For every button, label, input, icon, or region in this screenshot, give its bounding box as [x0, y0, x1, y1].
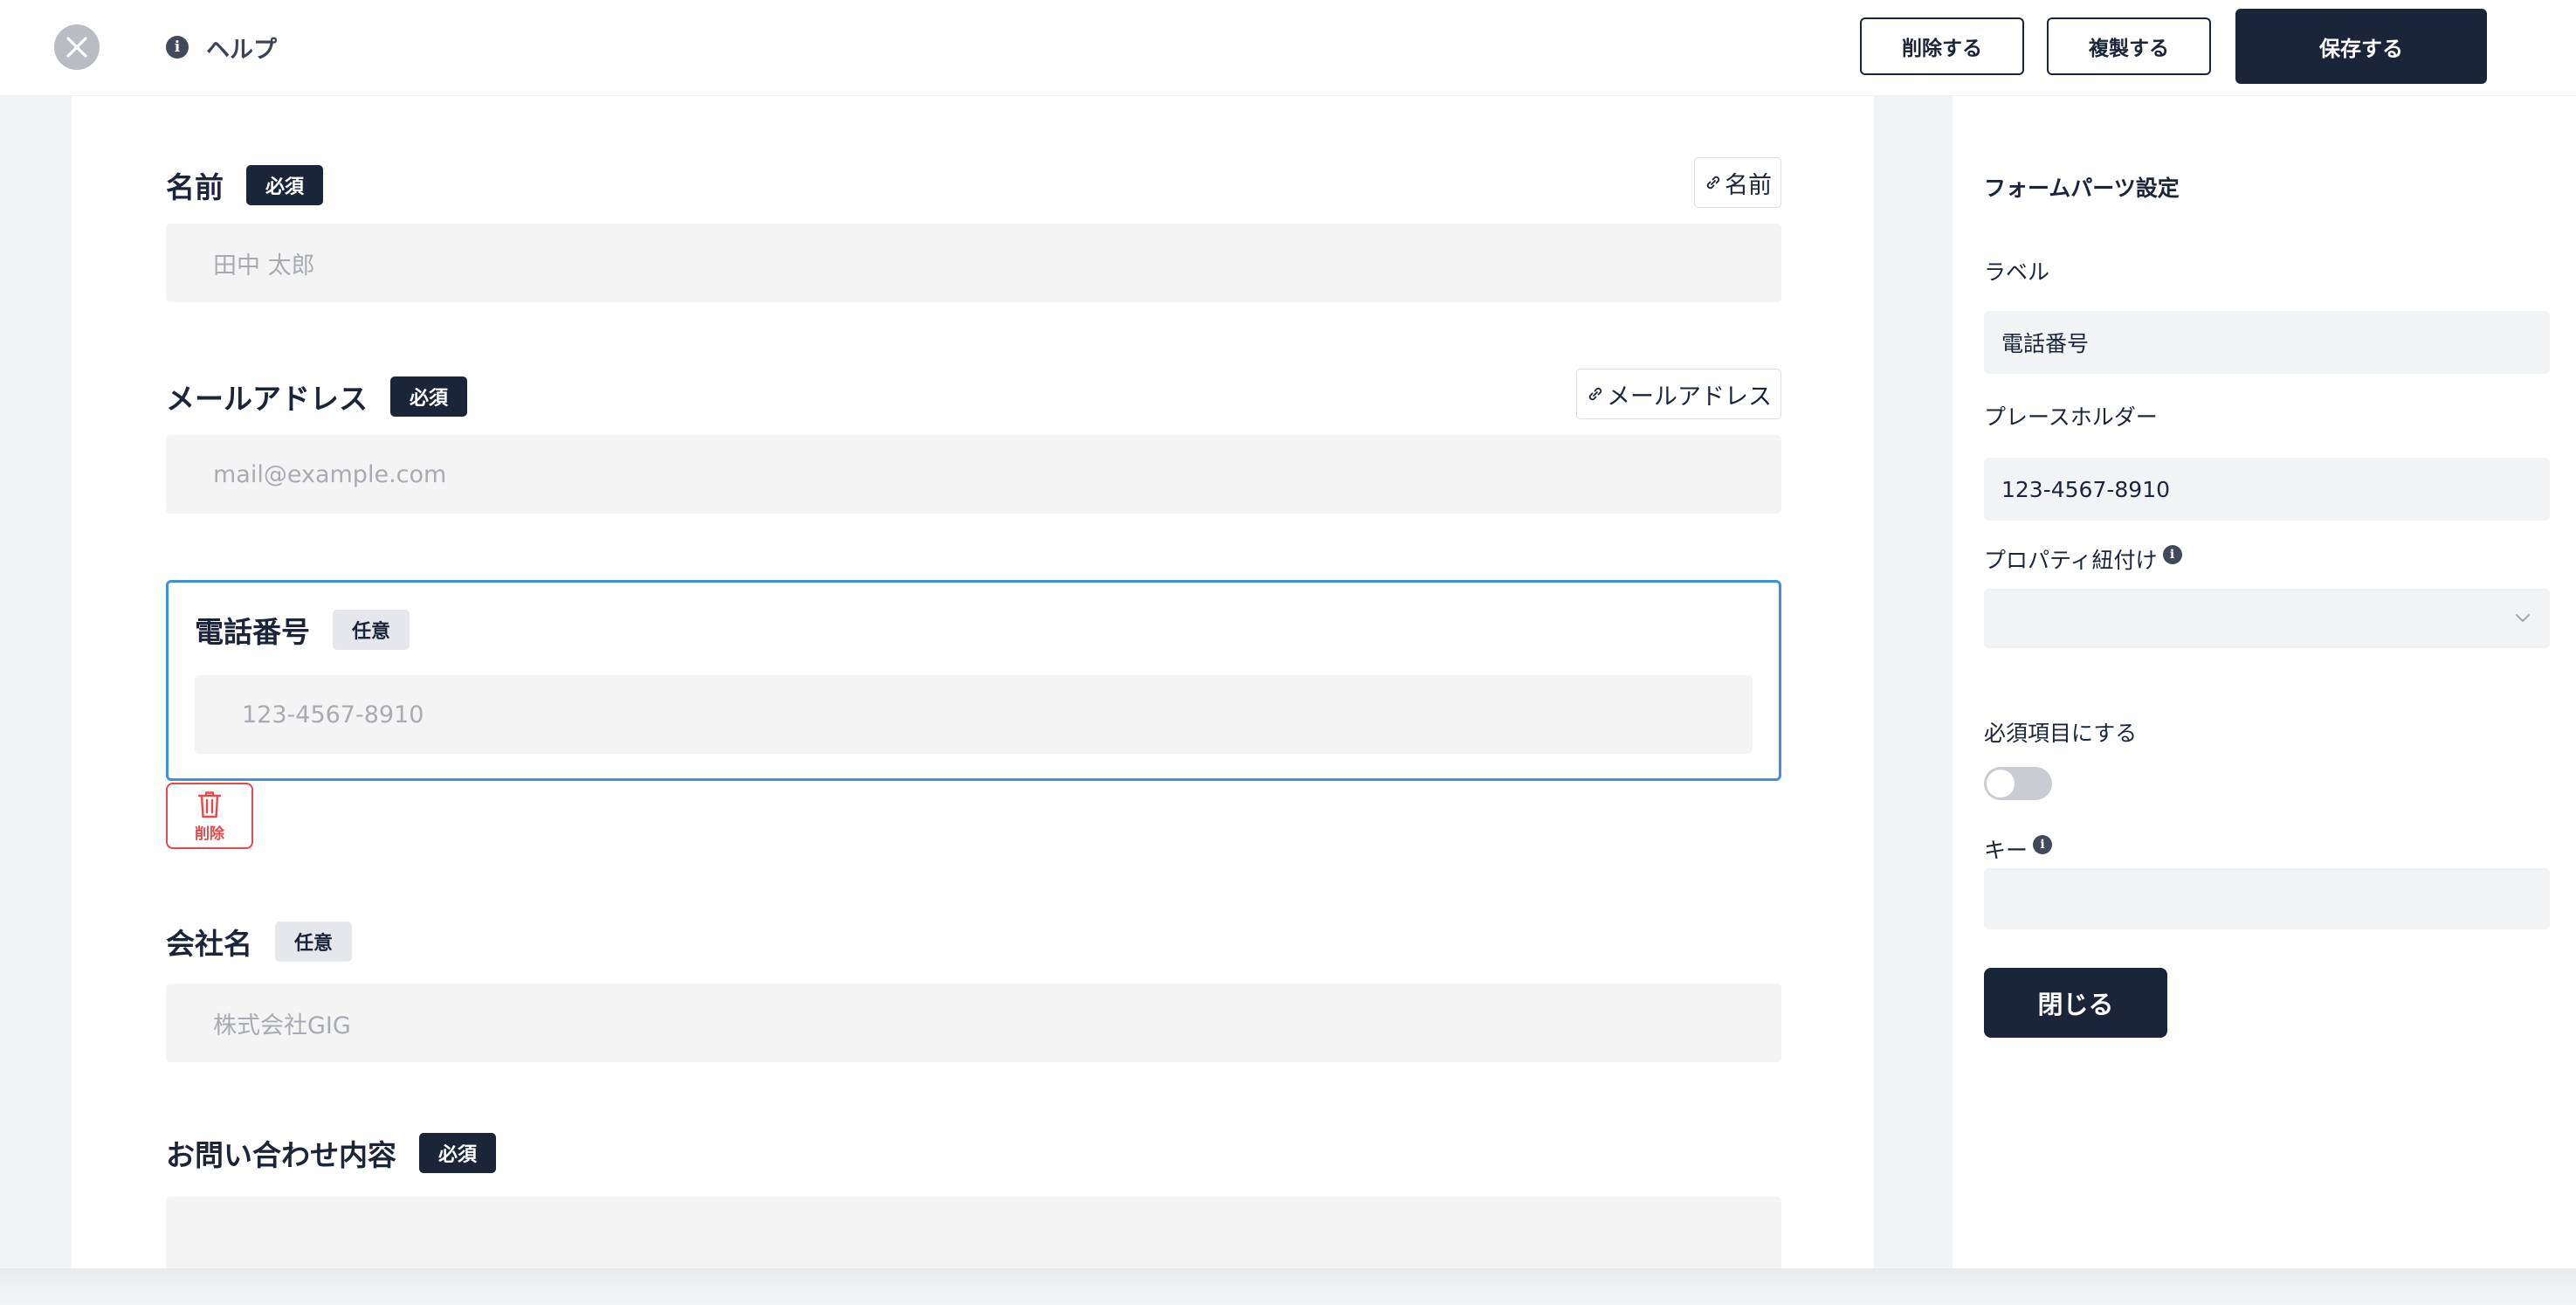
duplicate-button[interactable]: 複製する: [2047, 17, 2211, 75]
key-text: キー: [1984, 838, 2028, 863]
save-button[interactable]: 保存する: [2235, 9, 2487, 84]
field-label: 名前: [166, 170, 224, 204]
required-badge: 必須: [419, 1133, 497, 1173]
field-label: 電話番号: [195, 615, 310, 649]
company-input[interactable]: 株式会社GIG: [166, 984, 1781, 1062]
close-panel-button[interactable]: 閉じる: [1984, 968, 2167, 1038]
phone-input[interactable]: 123-4567-8910: [195, 675, 1753, 754]
property-link-tag[interactable]: 名前: [1694, 157, 1781, 208]
required-badge: 必須: [246, 165, 324, 205]
info-icon[interactable]: i: [2033, 835, 2053, 854]
help-link[interactable]: i ヘルプ: [166, 30, 277, 65]
placeholder-input[interactable]: 123-4567-8910: [1984, 458, 2550, 521]
help-label: ヘルプ: [206, 36, 277, 64]
chevron-down-icon: [2516, 614, 2530, 623]
info-icon[interactable]: i: [2162, 545, 2182, 564]
trash-icon: [197, 791, 222, 818]
form-field-phone-selected[interactable]: 電話番号 任意 123-4567-8910: [166, 580, 1781, 781]
required-field-label: 必須項目にする: [1984, 716, 2137, 748]
placeholder-field-label: プレースホルダー: [1984, 400, 2158, 432]
bottom-edge: [0, 1268, 2576, 1305]
header: i ヘルプ 削除する 複製する 保存する: [0, 0, 2576, 96]
link-icon: [1588, 387, 1602, 401]
property-field-label: プロパティ紐付け i: [1984, 543, 2182, 575]
key-field-label: キー i: [1984, 833, 2053, 865]
form-field-company[interactable]: 会社名 任意 株式会社GIG: [166, 914, 1781, 1062]
email-input[interactable]: mail@example.com: [166, 435, 1781, 514]
form-field-name[interactable]: 名前 必須 名前 田中 太郎: [166, 157, 1781, 302]
delete-part-label: 削除: [195, 825, 224, 843]
name-input[interactable]: 田中 太郎: [166, 224, 1781, 302]
optional-badge: 任意: [333, 610, 410, 650]
required-toggle[interactable]: [1984, 767, 2052, 800]
panel-divider: [1874, 96, 1953, 1305]
close-button[interactable]: [54, 24, 100, 70]
info-icon: i: [166, 36, 189, 59]
optional-badge: 任意: [275, 922, 353, 962]
field-label: メールアドレス: [166, 382, 368, 416]
field-label: お問い合わせ内容: [166, 1138, 396, 1172]
delete-part-button[interactable]: 削除: [166, 783, 253, 849]
required-text: 必須項目にする: [1984, 721, 2138, 746]
property-select[interactable]: [1984, 589, 2550, 648]
link-tag-label: メールアドレス: [1607, 383, 1772, 411]
settings-panel: フォームパーツ設定 ラベル 電話番号 プレースホルダー 123-4567-891…: [1953, 96, 2576, 1305]
property-link-tag[interactable]: メールアドレス: [1576, 369, 1781, 419]
panel-title: フォームパーツ設定: [1984, 176, 2180, 201]
key-input[interactable]: [1984, 868, 2550, 929]
link-icon: [1706, 176, 1720, 190]
label-text: ラベル: [1984, 259, 2050, 285]
toggle-knob: [1987, 770, 2015, 798]
form-field-email[interactable]: メールアドレス 必須 メールアドレス mail@example.com: [166, 369, 1781, 514]
close-icon: [66, 37, 87, 58]
left-gutter: [0, 96, 72, 1305]
delete-button[interactable]: 削除する: [1860, 17, 2024, 75]
link-tag-label: 名前: [1725, 171, 1772, 199]
field-label: 会社名: [166, 927, 252, 961]
required-badge: 必須: [390, 376, 468, 417]
placeholder-text: プレースホルダー: [1984, 404, 2158, 430]
property-text: プロパティ紐付け: [1984, 548, 2158, 573]
label-input[interactable]: 電話番号: [1984, 311, 2550, 374]
label-field-label: ラベル: [1984, 255, 2049, 287]
